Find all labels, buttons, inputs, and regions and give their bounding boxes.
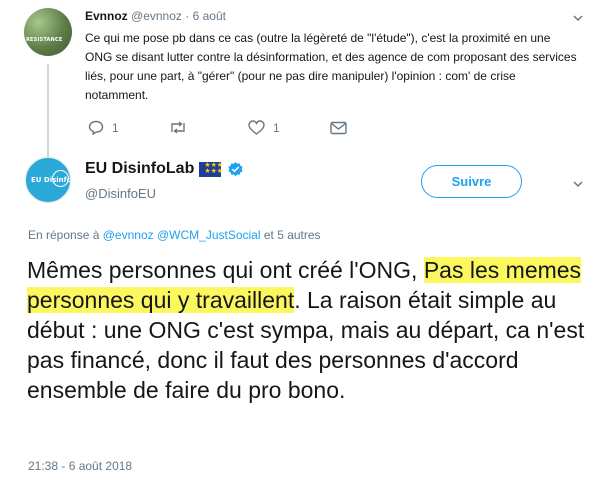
dm-icon bbox=[330, 121, 347, 134]
follow-button[interactable]: Suivre bbox=[421, 165, 522, 198]
tweet-header: Evnnoz @evnnoz · 6 août bbox=[85, 9, 226, 23]
like-icon bbox=[248, 120, 265, 135]
mention-link[interactable]: @WCM_JustSocial bbox=[157, 228, 261, 242]
like-count: 1 bbox=[273, 120, 280, 135]
dm-button[interactable] bbox=[330, 121, 347, 135]
avatar[interactable]: EU DisinfoLab bbox=[25, 157, 71, 203]
reply-count: 1 bbox=[112, 120, 119, 135]
tweet-text-start: Mêmes personnes qui ont créé l'ONG, bbox=[27, 257, 424, 283]
thread-connector-line bbox=[47, 64, 49, 164]
retweet-icon bbox=[171, 121, 185, 134]
retweet-button[interactable] bbox=[168, 120, 248, 135]
tweet-timestamp[interactable]: 21:38 - 6 août 2018 bbox=[28, 459, 132, 473]
user-handle[interactable]: @DisinfoEU bbox=[85, 186, 156, 201]
user-handle[interactable]: @evnnoz bbox=[131, 9, 182, 23]
tweet-text: Mêmes personnes qui ont créé l'ONG, Pas … bbox=[27, 255, 587, 405]
eu-flag-icon: ★ ★ ★ ★ ★ ★ bbox=[199, 161, 223, 177]
reply-context: En réponse à @evnnoz @WCM_JustSocial et … bbox=[28, 228, 321, 242]
verified-badge-icon bbox=[228, 161, 243, 176]
tweet-date[interactable]: 6 août bbox=[193, 9, 226, 23]
user-name[interactable]: EU DisinfoLab bbox=[85, 160, 194, 178]
mention-link[interactable]: @evnnoz bbox=[103, 228, 154, 242]
reply-others-link[interactable]: et 5 autres bbox=[264, 228, 321, 242]
like-button[interactable]: 1 bbox=[248, 120, 330, 135]
separator-dot: · bbox=[185, 9, 190, 23]
avatar-label: RESISTANCE bbox=[26, 37, 63, 43]
user-name-row: EU DisinfoLab ★ ★ ★ ★ ★ ★ bbox=[85, 160, 244, 178]
tweet-text: Ce qui me pose pb dans ce cas (outre la … bbox=[85, 31, 577, 102]
avatar[interactable]: RESISTANCE bbox=[24, 8, 72, 56]
chevron-down-icon[interactable] bbox=[573, 179, 583, 189]
reply-button[interactable]: 1 bbox=[88, 120, 168, 135]
logo-ring bbox=[52, 170, 69, 187]
chevron-down-icon[interactable] bbox=[573, 13, 583, 23]
reply-prefix: En réponse à bbox=[28, 228, 100, 242]
user-name[interactable]: Evnnoz bbox=[85, 9, 128, 23]
tweet-actions: 1 1 bbox=[88, 120, 347, 135]
reply-icon bbox=[88, 120, 104, 135]
